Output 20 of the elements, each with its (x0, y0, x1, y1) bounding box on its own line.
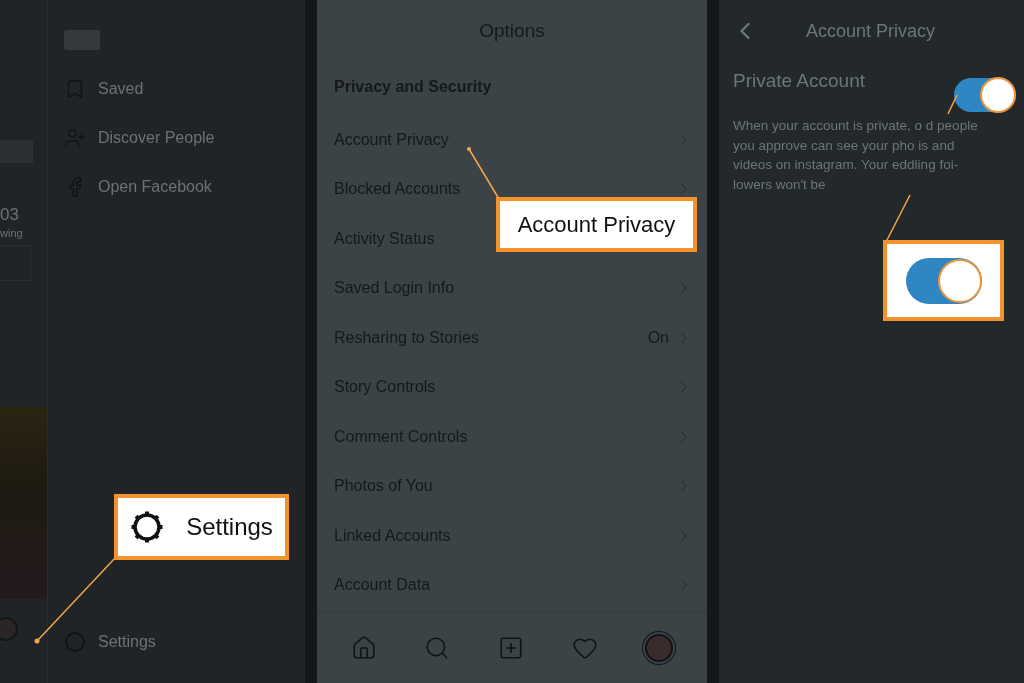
setting-description: When your account is private, o d people you approve can see your pho is and videos on instagram. Your eddling foi-lowers won't be (732, 117, 979, 194)
menu-item[interactable]: Saved (64, 64, 305, 113)
settings-icon (130, 510, 165, 544)
heart-icon[interactable] (571, 635, 598, 661)
screen-title: Account Privacy (804, 20, 937, 42)
menu-item[interactable]: Open Facebook (64, 162, 305, 211)
stat-label: wing (0, 227, 24, 239)
stat-count: 03 (0, 205, 20, 225)
callout-text: Settings (186, 513, 273, 541)
add-icon[interactable] (498, 635, 524, 661)
home-icon[interactable] (350, 635, 377, 661)
leader-line (885, 194, 911, 243)
leader-line (947, 94, 958, 115)
menu-item[interactable]: Discover People (64, 113, 305, 162)
callout-text: Account Privacy (517, 211, 676, 238)
setting-label: Private Account (733, 70, 866, 93)
leader-line (467, 147, 500, 200)
settings-menu-item[interactable]: Settings (64, 617, 305, 666)
avatar[interactable] (645, 634, 674, 662)
toggle-switch[interactable] (954, 78, 1016, 112)
